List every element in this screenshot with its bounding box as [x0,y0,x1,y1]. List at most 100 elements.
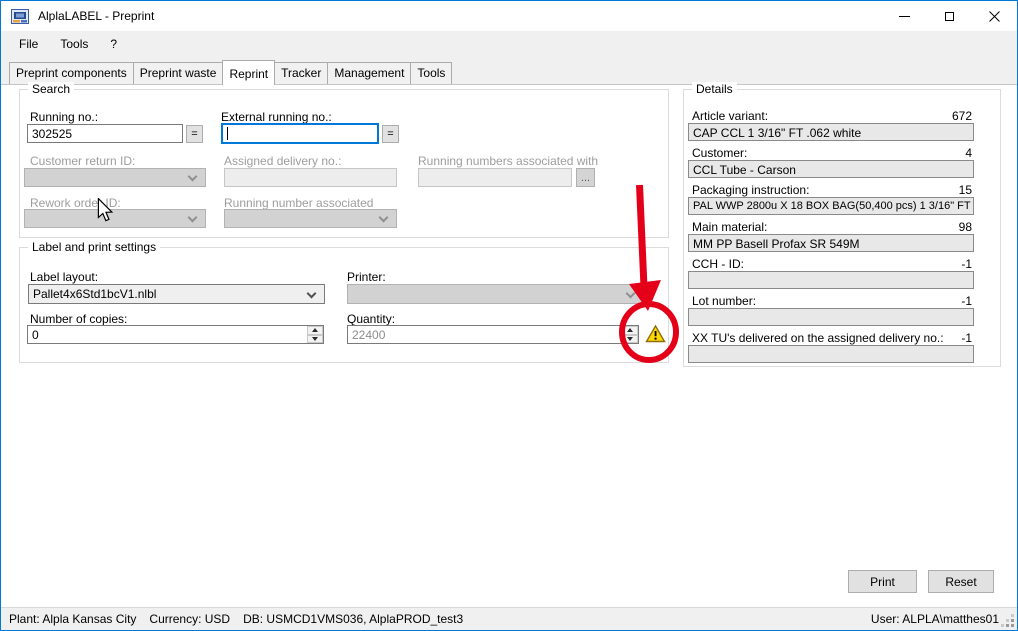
running-no-label: Running no.: [30,110,98,124]
menu-file[interactable]: File [8,33,49,55]
quantity-value: 22400 [352,328,385,342]
running-numbers-associated-with-label: Running numbers associated with [418,154,598,168]
lot-number-id: -1 [961,294,972,308]
label-layout-combobox[interactable]: Pallet4x6Std1bcV1.nlbl [28,284,325,304]
app-window: AlplaLABEL - Preprint File Tools ? Prepr… [0,0,1018,631]
search-legend: Search [28,82,74,96]
rework-order-id-combobox[interactable] [24,209,206,228]
window-controls [882,1,1017,31]
label-layout-value: Pallet4x6Std1bcV1.nlbl [33,287,156,301]
status-db: DB: USMCD1VMS036, AlplaPROD_test3 [243,612,463,626]
article-variant-id: 672 [952,109,972,123]
details-groupbox: Details Article variant: 672 CAP CCL 1 3… [683,89,1001,367]
tab-tools[interactable]: Tools [410,62,452,84]
printer-label: Printer: [347,270,386,284]
tus-delivered-value [688,345,974,363]
spin-down-button[interactable] [307,335,323,344]
maximize-icon [945,12,954,21]
customer-return-id-combobox[interactable] [24,168,206,187]
chevron-down-icon [188,172,198,182]
text-caret [227,127,228,140]
tab-preprint-components[interactable]: Preprint components [9,62,134,84]
status-plant: Plant: Alpla Kansas City [9,612,136,626]
cch-id-label: CCH - ID: [692,257,744,271]
spinner-buttons [622,326,638,343]
title-bar: AlplaLABEL - Preprint [1,1,1017,31]
app-icon [11,9,29,24]
spinner-buttons [307,326,323,343]
customer-value: CCL Tube - Carson [688,160,974,178]
status-currency: Currency: USD [149,612,230,626]
status-user: User: ALPLA\matthes01 [871,612,999,626]
spin-up-button[interactable] [307,326,323,335]
packaging-instruction-id: 15 [959,183,972,197]
details-legend: Details [692,82,737,96]
running-numbers-associated-with-input[interactable] [418,168,572,187]
arrow-down-icon [312,337,318,341]
number-of-copies-spinner[interactable]: 0 [27,325,324,344]
tab-tracker[interactable]: Tracker [274,62,328,84]
spin-down-button[interactable] [622,335,638,344]
arrow-up-icon [627,328,633,332]
running-numbers-browse-button[interactable]: ... [576,168,595,187]
running-no-input[interactable]: 302525 [27,124,183,143]
customer-id: 4 [965,146,972,160]
assigned-delivery-no-input[interactable] [224,168,397,187]
packaging-instruction-label: Packaging instruction: [692,183,809,197]
chevron-down-icon [379,213,389,223]
packaging-instruction-value: PAL WWP 2800u X 18 BOX BAG(50,400 pcs) 1… [688,197,974,215]
close-icon [989,11,1000,22]
minimize-icon [899,16,910,17]
article-variant-label: Article variant: [692,109,768,123]
lot-number-label: Lot number: [692,294,756,308]
printer-combobox[interactable] [347,284,644,304]
external-running-no-equals-button[interactable]: = [382,125,399,143]
cch-id-id: -1 [961,257,972,271]
menu-tools[interactable]: Tools [49,33,99,55]
menu-help[interactable]: ? [99,33,128,55]
running-no-equals-button[interactable]: = [186,125,203,143]
main-material-label: Main material: [692,220,767,234]
print-button[interactable]: Print [848,570,917,593]
reset-button[interactable]: Reset [928,570,994,593]
external-running-no-label: External running no.: [221,110,332,124]
cch-id-value [688,271,974,289]
reprint-tab-page: Search Running no.: 302525 = External ru… [1,85,1017,607]
window-title: AlplaLABEL - Preprint [38,9,154,23]
chevron-down-icon [188,213,198,223]
quantity-label: Quantity: [347,312,395,326]
menu-bar: File Tools ? [1,31,1017,57]
main-material-id: 98 [959,220,972,234]
label-layout-label: Label layout: [30,270,98,284]
label-print-settings-legend: Label and print settings [28,240,160,254]
tab-reprint[interactable]: Reprint [222,60,275,85]
maximize-button[interactable] [927,1,972,31]
running-number-associated-label: Running number associated [224,196,373,210]
number-of-copies-value: 0 [32,328,39,342]
tus-delivered-id: -1 [961,331,972,345]
arrow-down-icon [627,337,633,341]
spin-up-button[interactable] [622,326,638,335]
minimize-button[interactable] [882,1,927,31]
running-number-associated-combobox[interactable] [224,209,397,228]
tab-preprint-waste[interactable]: Preprint waste [133,62,224,84]
status-bar: Plant: Alpla Kansas City Currency: USD D… [1,607,1017,630]
lot-number-value [688,308,974,326]
chevron-down-icon [307,289,317,299]
article-variant-value: CAP CCL 1 3/16" FT .062 white [688,123,974,141]
external-running-no-input[interactable] [221,123,379,144]
customer-return-id-label: Customer return ID: [30,154,135,168]
warning-icon [645,324,666,344]
quantity-spinner[interactable]: 22400 [347,325,639,344]
assigned-delivery-no-label: Assigned delivery no.: [224,154,341,168]
tus-delivered-label: XX TU's delivered on the assigned delive… [692,331,944,345]
arrow-up-icon [312,328,318,332]
main-material-value: MM PP Basell Profax SR 549M [688,234,974,252]
tab-management[interactable]: Management [327,62,411,84]
close-button[interactable] [972,1,1017,31]
number-of-copies-label: Number of copies: [30,312,127,326]
rework-order-id-label: Rework order ID: [30,196,121,210]
resize-grip[interactable] [1011,624,1014,627]
tab-strip: Preprint components Preprint waste Repri… [1,57,1017,85]
customer-label: Customer: [692,146,747,160]
